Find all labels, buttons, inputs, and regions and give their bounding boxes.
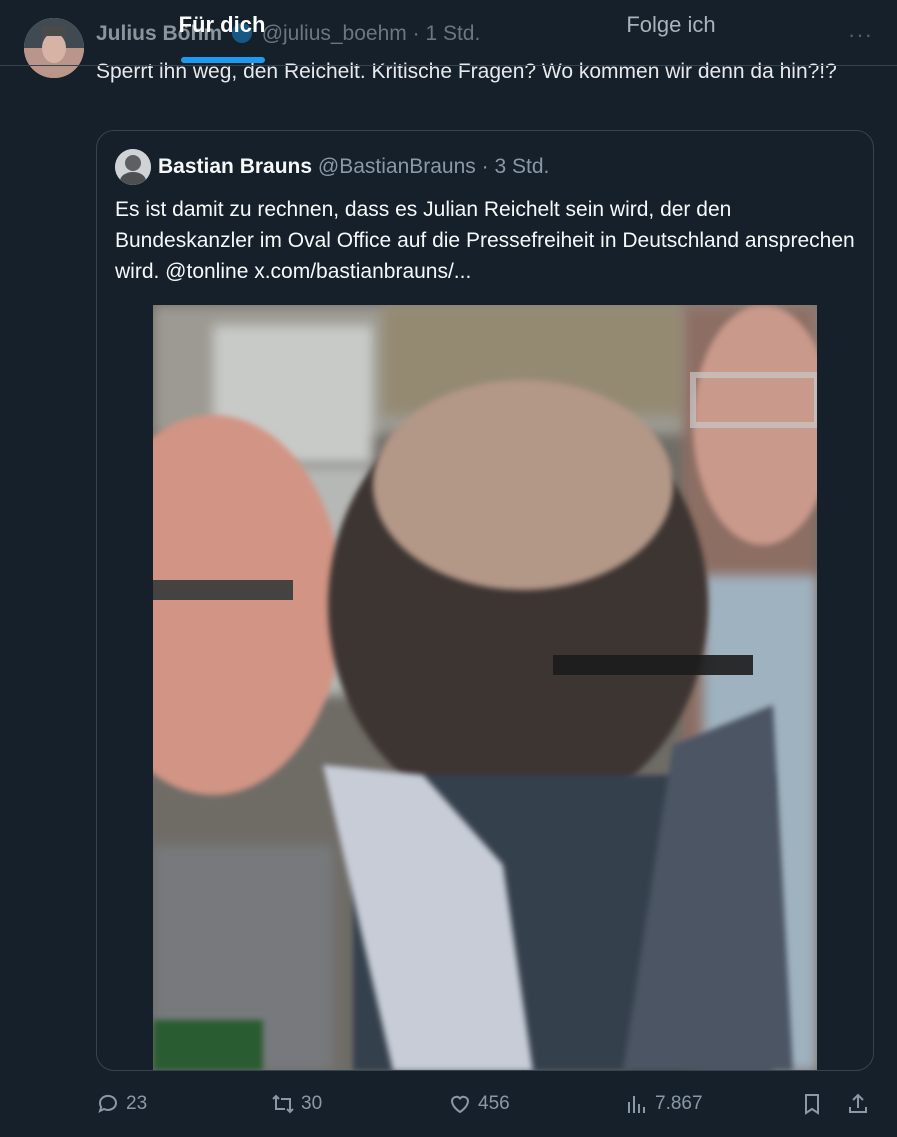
retweet-count: 30 — [301, 1093, 323, 1114]
retweet-icon — [272, 1094, 294, 1114]
photo-people — [153, 305, 817, 1070]
share-icon — [849, 1093, 867, 1113]
quote-author-line[interactable]: Bastian Brauns @BastianBrauns · 3 Std. — [158, 155, 549, 179]
quote-separator: · — [481, 155, 489, 178]
quote-time[interactable]: 3 Std. — [494, 155, 549, 178]
tweet-actions: 23 30 456 7.867 — [0, 1088, 897, 1124]
tab-following[interactable]: Folge ich — [570, 0, 772, 66]
share-button[interactable] — [846, 1088, 876, 1120]
quote-avatar[interactable] — [115, 149, 151, 185]
quote-author-handle[interactable]: @BastianBrauns — [318, 155, 476, 178]
quote-author-name[interactable]: Bastian Brauns — [158, 155, 312, 178]
reply-button[interactable]: 23 — [96, 1088, 147, 1120]
retweet-button[interactable]: 30 — [271, 1088, 322, 1120]
quote-tweet[interactable]: Bastian Brauns @BastianBrauns · 3 Std. E… — [96, 130, 874, 1071]
like-button[interactable]: 456 — [448, 1088, 510, 1120]
views-button[interactable]: 7.867 — [625, 1088, 703, 1120]
reply-icon — [98, 1094, 117, 1113]
like-count: 456 — [478, 1093, 510, 1114]
views-count: 7.867 — [655, 1093, 703, 1114]
like-icon — [450, 1095, 470, 1114]
tab-active-indicator — [181, 57, 265, 63]
views-icon — [628, 1096, 645, 1113]
quote-text: Es ist damit zu rechnen, dass es Julian … — [115, 198, 855, 283]
reply-count: 23 — [126, 1093, 148, 1114]
tweet-page: Julius Böhm @julius_boehm · 1 Std. ··· F… — [0, 0, 897, 1137]
bookmark-button[interactable] — [800, 1088, 830, 1120]
quote-media-image[interactable] — [153, 305, 817, 1070]
timeline-tabs: Für dich Folge ich — [0, 0, 897, 66]
bookmark-icon — [805, 1094, 819, 1115]
